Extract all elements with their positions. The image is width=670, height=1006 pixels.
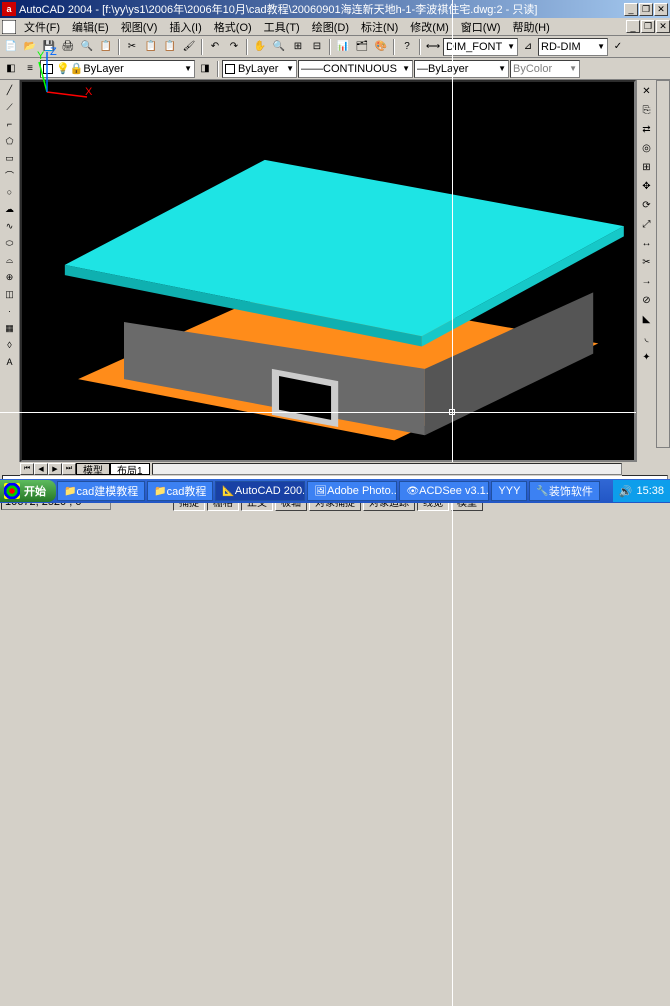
tab-first[interactable]: ⏮ (20, 463, 34, 475)
insert-icon[interactable]: ⊕ (2, 269, 18, 285)
menu-file[interactable]: 文件(F) (18, 17, 66, 37)
system-tray[interactable]: 🔊 15:38 (613, 480, 670, 502)
clock: 15:38 (636, 485, 664, 497)
scale-icon[interactable]: ⤢ (638, 215, 656, 233)
ucs-icon: X Y Z (37, 47, 649, 425)
taskbar: 开始 📁cad建模教程 📁cad教程 📐AutoCAD 200... 🖼Adob… (0, 479, 670, 503)
point-icon[interactable]: · (2, 303, 18, 319)
menu-draw[interactable]: 绘图(D) (306, 17, 355, 37)
rect-icon[interactable]: ▭ (2, 150, 18, 166)
app-icon: a (2, 2, 16, 16)
svg-text:Z: Z (50, 47, 57, 58)
start-button[interactable]: 开始 (0, 480, 56, 502)
extend-icon[interactable]: → (638, 272, 656, 290)
svg-text:Y: Y (37, 50, 45, 62)
modify-toolbar: ✕ ⎘ ⇄ ◎ ⊞ ✥ ⟳ ⤢ ↔ ✂ → ⊘ ◣ ◟ ✦ (636, 80, 656, 462)
close-button[interactable]: ✕ (654, 3, 668, 16)
model-tabs: ⏮ ◀ ▶ ⏭ 模型 布局1 (20, 462, 622, 476)
polygon-icon[interactable]: ⬠ (2, 133, 18, 149)
menu-dimension[interactable]: 标注(N) (355, 17, 404, 37)
windows-logo-icon (4, 483, 20, 499)
doc-close[interactable]: ✕ (656, 20, 670, 33)
drawing-canvas[interactable]: X Y Z (20, 80, 636, 462)
circle-icon[interactable]: ○ (2, 184, 18, 200)
vscrollbar[interactable] (656, 80, 670, 448)
rotate-icon[interactable]: ⟳ (638, 196, 656, 214)
offset-icon[interactable]: ◎ (638, 139, 656, 157)
hatch-icon[interactable]: ▦ (2, 320, 18, 336)
region-icon[interactable]: ◊ (2, 337, 18, 353)
trim-icon[interactable]: ✂ (638, 253, 656, 271)
tray-icon[interactable]: 🔊 (619, 485, 633, 498)
menu-view[interactable]: 视图(V) (115, 17, 164, 37)
arc-icon[interactable]: ⌒ (2, 167, 18, 183)
spline-icon[interactable]: ∿ (2, 218, 18, 234)
menu-format[interactable]: 格式(O) (208, 17, 258, 37)
new-icon[interactable]: 📄 (2, 38, 20, 56)
doc-minimize[interactable]: _ (626, 20, 640, 33)
hscrollbar[interactable] (152, 463, 622, 475)
menu-edit[interactable]: 编辑(E) (66, 17, 115, 37)
tab-layout1[interactable]: 布局1 (110, 463, 150, 475)
window-title: AutoCAD 2004 - [f:\yy\ys1\2006年\2006年10月… (19, 1, 624, 17)
text-icon[interactable]: A (2, 354, 18, 370)
draw-toolbar: ╱ ⟋ ⌐ ⬠ ▭ ⌒ ○ ☁ ∿ ⬭ ⌓ ⊕ ◫ · ▦ ◊ A (0, 80, 20, 462)
task-2[interactable]: 📁cad教程 (147, 481, 213, 501)
tab-last[interactable]: ⏭ (62, 463, 76, 475)
revcloud-icon[interactable]: ☁ (2, 201, 18, 217)
line-icon[interactable]: ╱ (2, 82, 18, 98)
doc-maximize[interactable]: ❐ (641, 20, 655, 33)
tab-next[interactable]: ▶ (48, 463, 62, 475)
menu-window[interactable]: 窗口(W) (455, 17, 507, 37)
mirror-icon[interactable]: ⇄ (638, 120, 656, 138)
task-5[interactable]: 👁ACDSee v3.1... (399, 481, 489, 501)
explode-icon[interactable]: ✦ (638, 348, 656, 366)
svg-text:X: X (85, 86, 93, 98)
tab-model[interactable]: 模型 (76, 463, 110, 475)
copy2-icon[interactable]: ⎘ (638, 101, 656, 119)
menu-help[interactable]: 帮助(H) (507, 17, 556, 37)
break-icon[interactable]: ⊘ (638, 291, 656, 309)
menu-tools[interactable]: 工具(T) (258, 17, 306, 37)
move-icon[interactable]: ✥ (638, 177, 656, 195)
task-3[interactable]: 📐AutoCAD 200... (215, 481, 305, 501)
erase-icon[interactable]: ✕ (638, 82, 656, 100)
task-1[interactable]: 📁cad建模教程 (57, 481, 145, 501)
task-6[interactable]: YYY (491, 481, 527, 501)
minimize-button[interactable]: _ (624, 3, 638, 16)
layer-mgr-icon[interactable]: ◧ (2, 60, 20, 78)
task-7[interactable]: 🔧装饰软件 (529, 481, 599, 501)
menu-insert[interactable]: 插入(I) (163, 17, 207, 37)
xline-icon[interactable]: ⟋ (2, 99, 18, 115)
tab-prev[interactable]: ◀ (34, 463, 48, 475)
block-icon[interactable]: ◫ (2, 286, 18, 302)
ellarc-icon[interactable]: ⌓ (2, 252, 18, 268)
maximize-button[interactable]: ❐ (639, 3, 653, 16)
array-icon[interactable]: ⊞ (638, 158, 656, 176)
menu-modify[interactable]: 修改(M) (404, 17, 455, 37)
pline-icon[interactable]: ⌐ (2, 116, 18, 132)
task-4[interactable]: 🖼Adobe Photo... (307, 481, 397, 501)
chamfer-icon[interactable]: ◣ (638, 310, 656, 328)
fillet-icon[interactable]: ◟ (638, 329, 656, 347)
ellipse-icon[interactable]: ⬭ (2, 235, 18, 251)
doc-icon (2, 20, 16, 34)
stretch-icon[interactable]: ↔ (638, 234, 656, 252)
menubar: 文件(F) 编辑(E) 视图(V) 插入(I) 格式(O) 工具(T) 绘图(D… (0, 18, 670, 36)
